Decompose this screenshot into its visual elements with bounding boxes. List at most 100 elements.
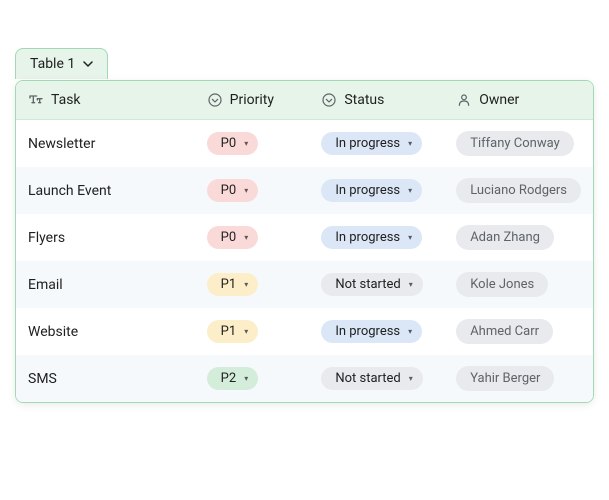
status-label: In progress [335,324,400,339]
data-table: Task Priority Status [15,80,594,403]
table-row: Newsletter P0 ▾ In progress ▾ Tiffany Conway [16,120,593,168]
caret-down-icon: ▾ [409,280,413,289]
table-tab[interactable]: Table 1 [15,48,108,79]
owner-cell: Adan Zhang [444,214,593,261]
task-cell[interactable]: Newsletter [16,120,195,168]
priority-pill[interactable]: P0 ▾ [207,226,259,249]
owner-pill[interactable]: Luciano Rodgers [456,178,581,203]
owner-cell: Ahmed Carr [444,308,593,355]
owner-pill[interactable]: Yahir Berger [456,366,554,391]
owner-pill[interactable]: Adan Zhang [456,225,554,250]
priority-pill[interactable]: P1 ▾ [207,273,259,296]
table-tab-label: Table 1 [30,56,75,72]
status-pill[interactable]: In progress ▾ [321,320,422,343]
status-cell: Not started ▾ [309,261,444,308]
owner-label: Kole Jones [470,277,534,292]
priority-label: P2 [221,371,237,386]
dropdown-icon [207,92,223,108]
owner-label: Tiffany Conway [470,136,560,151]
status-pill[interactable]: In progress ▾ [321,179,422,202]
priority-label: P0 [221,230,237,245]
caret-down-icon: ▾ [409,374,413,383]
column-header-priority[interactable]: Priority [195,81,310,120]
caret-down-icon: ▾ [408,233,412,242]
task-label: Website [28,324,78,340]
table-row: Website P1 ▾ In progress ▾ Ahmed Carr [16,308,593,355]
priority-label: P1 [221,277,237,292]
task-label: Email [28,277,63,293]
task-label: Launch Event [28,183,111,199]
table-row: Flyers P0 ▾ In progress ▾ Adan Zhang [16,214,593,261]
owner-cell: Yahir Berger [444,355,593,402]
caret-down-icon: ▾ [244,139,248,148]
task-label: SMS [28,371,57,387]
status-cell: In progress ▾ [309,120,444,168]
owner-label: Adan Zhang [470,230,540,245]
column-header-label: Task [51,92,81,108]
task-cell[interactable]: Email [16,261,195,308]
column-header-task[interactable]: Task [16,81,195,120]
priority-pill[interactable]: P0 ▾ [207,179,259,202]
priority-label: P0 [221,183,237,198]
table-row: Launch Event P0 ▾ In progress ▾ Luciano Rodge… [16,167,593,214]
owner-label: Yahir Berger [470,371,540,386]
status-pill[interactable]: In progress ▾ [321,226,422,249]
column-header-label: Status [344,92,384,108]
task-label: Flyers [28,230,65,246]
task-cell[interactable]: Website [16,308,195,355]
status-cell: In progress ▾ [309,214,444,261]
caret-down-icon: ▾ [244,186,248,195]
priority-cell: P0 ▾ [195,120,310,168]
status-label: In progress [335,230,400,245]
person-icon [456,92,472,108]
priority-cell: P2 ▾ [195,355,310,402]
chevron-down-icon [83,59,93,69]
priority-pill[interactable]: P0 ▾ [207,132,259,155]
owner-pill[interactable]: Tiffany Conway [456,131,574,156]
status-label: In progress [335,183,400,198]
priority-cell: P1 ▾ [195,308,310,355]
priority-pill[interactable]: P1 ▾ [207,320,259,343]
status-cell: Not started ▾ [309,355,444,402]
caret-down-icon: ▾ [408,186,412,195]
task-cell[interactable]: SMS [16,355,195,402]
caret-down-icon: ▾ [408,139,412,148]
status-pill[interactable]: Not started ▾ [321,367,422,390]
caret-down-icon: ▾ [244,280,248,289]
owner-cell: Luciano Rodgers [444,167,593,214]
status-cell: In progress ▾ [309,308,444,355]
task-label: Newsletter [28,136,95,152]
task-cell[interactable]: Flyers [16,214,195,261]
caret-down-icon: ▾ [244,374,248,383]
task-cell[interactable]: Launch Event [16,167,195,214]
owner-cell: Kole Jones [444,261,593,308]
owner-cell: Tiffany Conway [444,120,593,168]
text-icon [28,92,44,108]
table-row: SMS P2 ▾ Not started ▾ Yahir Berger [16,355,593,402]
status-pill[interactable]: Not started ▾ [321,273,422,296]
owner-pill[interactable]: Ahmed Carr [456,319,553,344]
priority-cell: P0 ▾ [195,214,310,261]
priority-label: P1 [221,324,237,339]
status-label: Not started [335,371,400,386]
owner-pill[interactable]: Kole Jones [456,272,548,297]
column-header-owner[interactable]: Owner [444,81,593,120]
owner-label: Luciano Rodgers [470,183,567,198]
status-label: Not started [335,277,400,292]
owner-label: Ahmed Carr [470,324,539,339]
column-header-status[interactable]: Status [309,81,444,120]
caret-down-icon: ▾ [408,327,412,336]
priority-label: P0 [221,136,237,151]
column-header-label: Owner [479,92,519,108]
caret-down-icon: ▾ [244,233,248,242]
priority-cell: P0 ▾ [195,167,310,214]
status-cell: In progress ▾ [309,167,444,214]
status-pill[interactable]: In progress ▾ [321,132,422,155]
priority-cell: P1 ▾ [195,261,310,308]
table-row: Email P1 ▾ Not started ▾ Kole Jones [16,261,593,308]
caret-down-icon: ▾ [244,327,248,336]
priority-pill[interactable]: P2 ▾ [207,367,259,390]
status-label: In progress [335,136,400,151]
column-header-label: Priority [230,92,274,108]
dropdown-icon [321,92,337,108]
